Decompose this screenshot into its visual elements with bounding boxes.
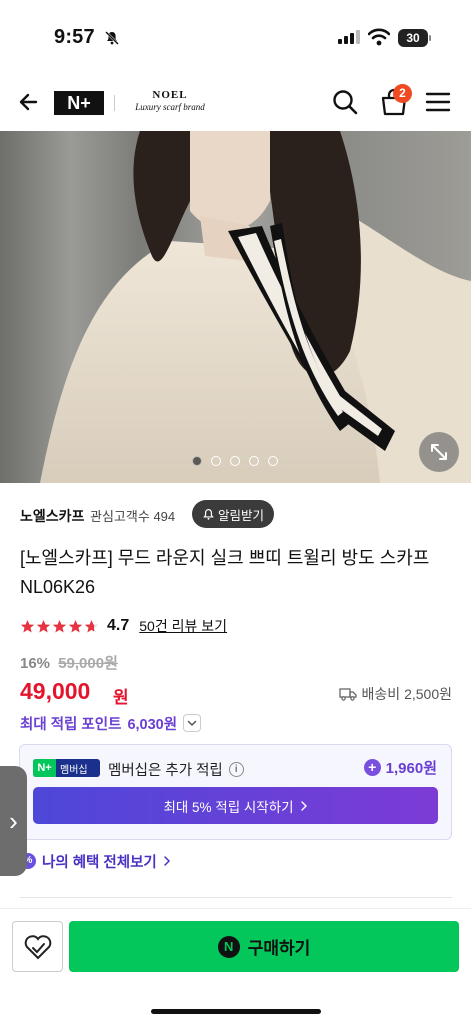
sale-price-unit: 원 (113, 688, 129, 707)
bell-muted-icon (105, 31, 119, 45)
rating-row: 4.7 50건 리뷰 보기 (20, 614, 460, 638)
plus-circle-icon: + (363, 759, 381, 776)
home-indicator (151, 1009, 321, 1014)
expand-arrows-icon (431, 444, 447, 460)
star-icon (68, 619, 83, 632)
max-points-label: 최대 적립 포인트 (20, 716, 122, 733)
gallery-dot[interactable] (249, 456, 259, 466)
store-interest-label: 관심고객수 (90, 509, 150, 524)
product-image-gallery[interactable] (0, 131, 471, 483)
star-icon (52, 619, 67, 632)
battery-indicator: 30 (398, 29, 428, 47)
store-name[interactable]: 노엘스카프 (20, 506, 84, 526)
shipping-fee: 배송비 2,500원 (338, 684, 452, 704)
product-photo (0, 131, 471, 483)
section-divider (20, 897, 452, 898)
review-link[interactable]: 50건 리뷰 보기 (139, 616, 227, 636)
rating-value: 4.7 (107, 617, 130, 634)
back-arrow-icon[interactable] (14, 87, 44, 117)
max-points-row[interactable]: 최대 적립 포인트 6,030원 (20, 712, 202, 734)
notify-button-label: 알림받기 (217, 508, 264, 523)
battery-tip (429, 35, 431, 41)
naver-n-icon: N (217, 935, 240, 958)
gallery-pagination (192, 456, 278, 466)
store-interest-value: 494 (153, 509, 176, 524)
search-icon[interactable] (330, 87, 360, 117)
status-time: 9:57 (54, 26, 95, 48)
chevron-right-icon (164, 856, 170, 866)
store-info-row: 노엘스카프 관심고객수 494 알림받기 (20, 500, 460, 528)
hamburger-menu-icon[interactable] (424, 89, 452, 115)
membership-box: N+ 멤버십 멤버십은 추가 적립 i + 1,960원 최대 5% 적립 시작… (19, 744, 452, 840)
shipping-fee-text: 배송비 2,500원 (361, 686, 452, 702)
purchase-bar: N 구매하기 (0, 908, 471, 1024)
cellular-signal-icon (338, 30, 360, 44)
side-drawer-tab[interactable]: › (0, 766, 27, 876)
membership-tag-label: 멤버십 (60, 764, 88, 776)
star-icon (36, 619, 51, 632)
sale-price: 49,000 (20, 678, 91, 704)
brand-logo[interactable]: NOEL Luxury scarf brand (128, 89, 212, 119)
discount-row: 16% 59,000원 (20, 652, 118, 674)
gallery-dot-active[interactable] (192, 456, 202, 466)
my-benefits-link[interactable]: % 나의 혜택 전체보기 (20, 850, 171, 872)
membership-text: 멤버십은 추가 적립 i (108, 759, 244, 780)
discount-percent: 16% (20, 655, 51, 672)
wifi-icon (368, 28, 390, 46)
gallery-dot[interactable] (230, 456, 240, 466)
buy-button-label: 구매하기 (247, 939, 311, 958)
gallery-dot[interactable] (211, 456, 221, 466)
brand-logo-name: NOEL (152, 89, 188, 101)
naver-plus-logo[interactable]: N+ (54, 91, 104, 115)
cart-count-badge: 2 (393, 84, 412, 103)
gallery-dot[interactable] (268, 456, 278, 466)
star-icon (84, 619, 99, 632)
brand-logo-tagline: Luxury scarf brand (135, 102, 205, 112)
status-bar: 9:57 30 (0, 0, 471, 70)
header-divider (114, 95, 115, 111)
membership-tag: N+ 멤버십 (33, 759, 100, 777)
bell-icon (203, 508, 214, 520)
membership-start-button[interactable]: 최대 5% 적립 시작하기 (33, 787, 438, 824)
chevron-right-icon: › (9, 805, 18, 836)
star-icon (20, 619, 35, 632)
original-price: 59,000원 (58, 655, 118, 672)
price-row: 49,000 원 배송비 2,500원 (20, 676, 452, 708)
product-title: [노엘스카프] 무드 라운지 실크 쁘띠 트윌리 방도 스카프 NL06K26 (20, 548, 430, 597)
chevron-right-icon (300, 800, 307, 811)
points-dropdown[interactable] (183, 714, 202, 732)
membership-tag-logo: N+ (33, 759, 56, 777)
membership-points-value: 1,960원 (385, 760, 437, 777)
notify-button[interactable]: 알림받기 (192, 500, 274, 528)
top-navigation: N+ NOEL Luxury scarf brand 2 (0, 75, 471, 131)
max-points-value: 6,030원 (127, 716, 178, 733)
star-rating (20, 619, 99, 634)
membership-start-label: 최대 5% 적립 시작하기 (163, 799, 294, 815)
info-icon[interactable]: i (228, 762, 244, 777)
expand-image-button[interactable] (419, 432, 459, 472)
naver-plus-logo-text: N+ (67, 92, 91, 113)
buy-button[interactable]: N 구매하기 (69, 921, 459, 972)
store-interest-count: 관심고객수 494 (90, 506, 175, 525)
heart-check-icon (24, 934, 51, 959)
membership-text-label: 멤버십은 추가 적립 (108, 763, 223, 779)
membership-points: + 1,960원 (363, 757, 437, 778)
truck-icon (338, 688, 357, 701)
wishlist-button[interactable] (12, 921, 63, 972)
chevron-down-icon (187, 720, 197, 727)
my-benefits-label: 나의 혜택 전체보기 (42, 854, 157, 871)
